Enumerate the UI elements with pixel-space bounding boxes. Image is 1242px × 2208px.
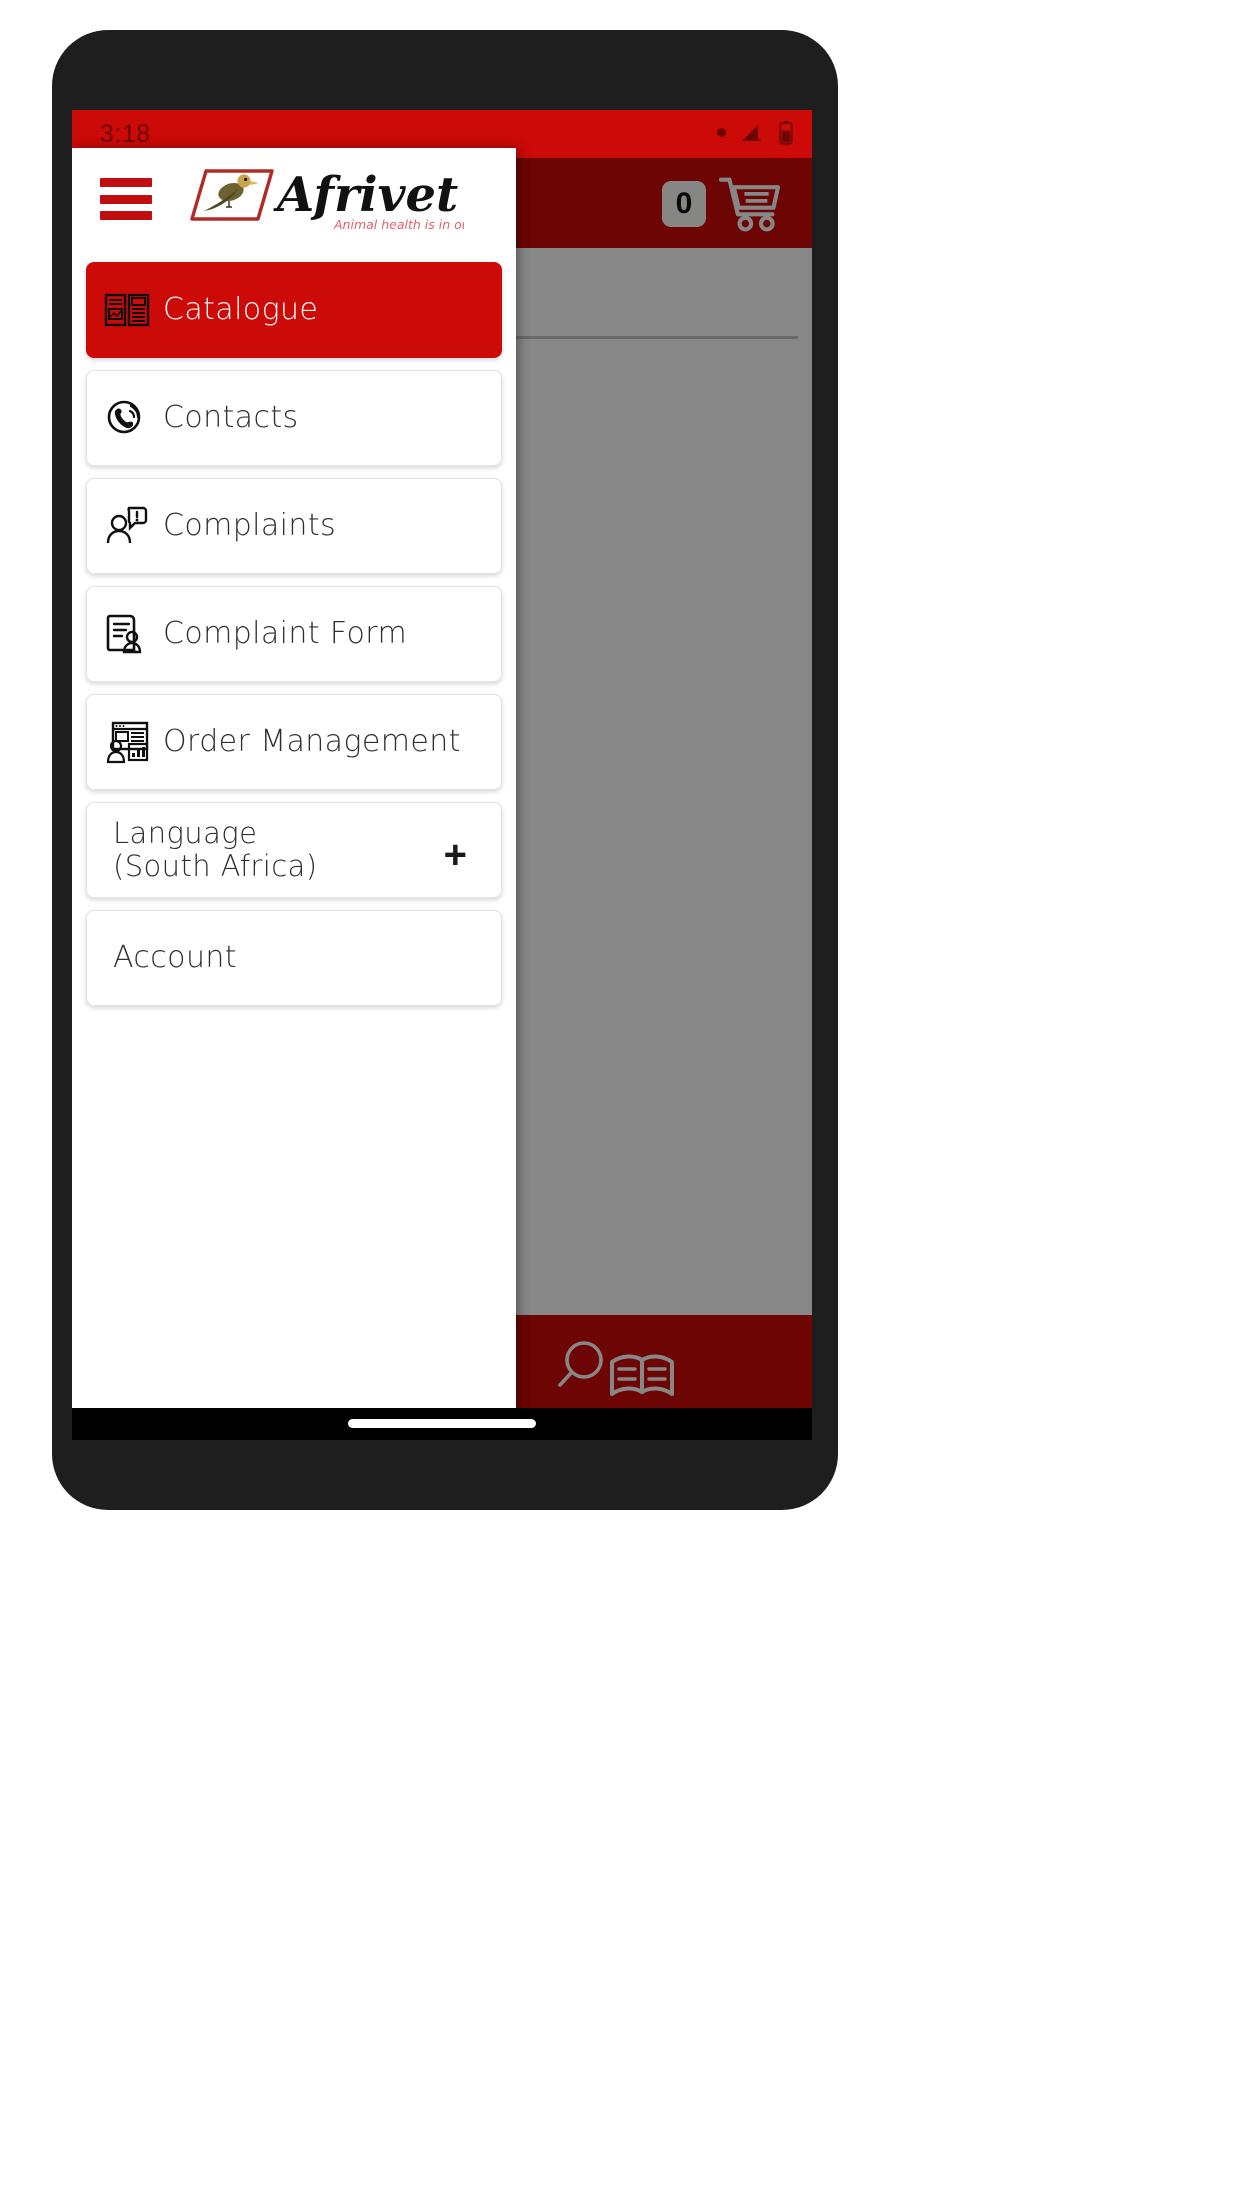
afrivet-wordmark: Afrivet: [273, 167, 458, 223]
menu-item-catalogue[interactable]: Catalogue: [86, 262, 502, 358]
status-bar-icons: [717, 121, 794, 145]
document-person-icon: [101, 608, 153, 660]
person-speech-icon: [101, 500, 153, 552]
menu-item-label: Complaint Form: [163, 615, 408, 651]
phone-screen: 3:18 0 Afrivet Animal health is in o Cat…: [72, 110, 812, 1428]
afrivet-tagline: Animal health is in our DNA: [333, 217, 464, 232]
drawer-menu-list: Catalogue Contacts Complaints Complaint …: [72, 250, 516, 1018]
hamburger-bar: [100, 194, 152, 204]
open-book-icon: [101, 284, 153, 336]
afrivet-logo-svg: Afrivet Animal health is in our DNA: [190, 167, 464, 232]
afrivet-logo: Afrivet Animal health is in our DNA: [174, 157, 464, 241]
phone-ring-icon: [101, 392, 153, 444]
menu-item-label: Catalogue: [163, 291, 319, 327]
menu-item-order-management[interactable]: Order Management: [86, 694, 502, 790]
menu-item-language[interactable]: Language (South Africa) +: [86, 802, 502, 898]
dashboard-person-icon: [101, 716, 153, 768]
hamburger-bar: [100, 211, 152, 220]
drawer-header: Afrivet Animal health is in our DNA: [72, 148, 516, 250]
menu-item-label: Order Management: [163, 723, 461, 759]
status-bar-time: 3:18: [100, 120, 151, 148]
language-label-line1: Language: [113, 815, 258, 850]
menu-item-label: Contacts: [163, 399, 299, 435]
navigation-drawer: Afrivet Animal health is in our DNA: [72, 148, 516, 1428]
hamburger-bar: [100, 178, 152, 187]
menu-item-label: Account: [113, 939, 237, 975]
no-signal-icon: [742, 125, 761, 142]
dot-icon: [717, 127, 726, 137]
home-gesture-pill[interactable]: [348, 1419, 536, 1428]
language-expand-plus-icon[interactable]: +: [444, 835, 467, 875]
language-label-line2: (South Africa): [113, 849, 318, 883]
oxpecker-bird-icon: [204, 174, 259, 211]
menu-item-complaints[interactable]: Complaints: [86, 478, 502, 574]
battery-icon: [779, 121, 793, 145]
menu-item-contacts[interactable]: Contacts: [86, 370, 502, 466]
menu-item-label: Complaints: [163, 507, 337, 543]
hamburger-menu-icon[interactable]: [100, 178, 152, 220]
menu-item-account[interactable]: Account: [86, 910, 502, 1006]
android-navigation-bar: [72, 1408, 812, 1440]
menu-item-complaint-form[interactable]: Complaint Form: [86, 586, 502, 682]
